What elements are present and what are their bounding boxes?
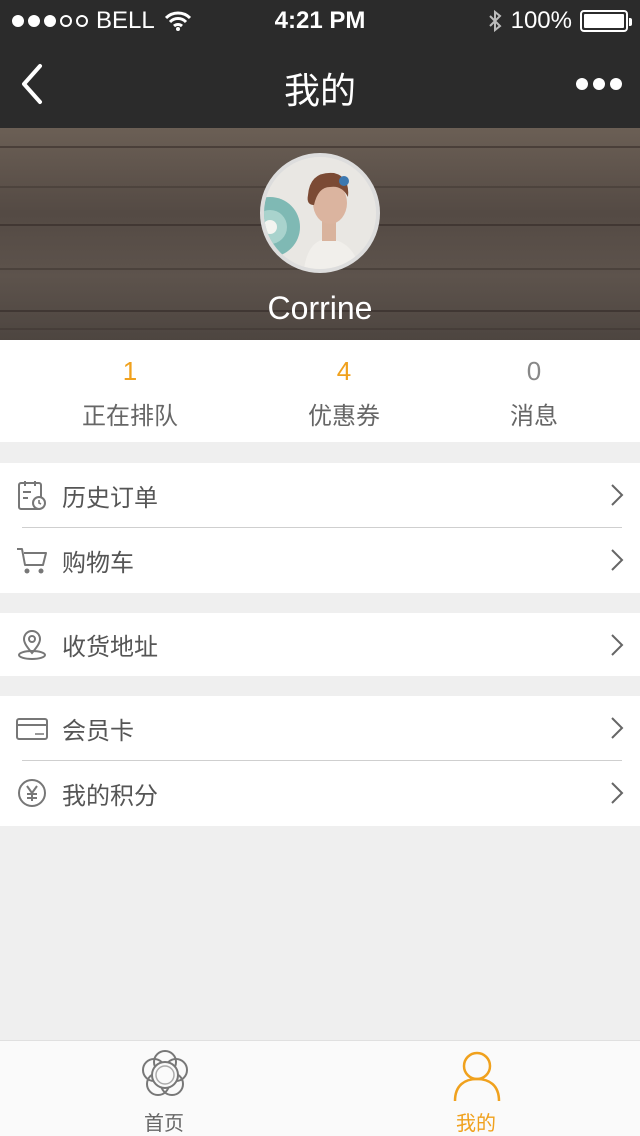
- avatar[interactable]: [260, 153, 380, 273]
- battery-percent: 100%: [510, 7, 572, 34]
- menu-label-address: 收货地址: [62, 633, 158, 661]
- location-pin-icon: [18, 630, 46, 660]
- menu-label-points: 我的积分: [62, 782, 158, 810]
- stats-row: 1 正在排队 4 优惠券 0 消息: [0, 340, 640, 442]
- menu-label-order-history: 历史订单: [62, 484, 158, 512]
- stat-messages[interactable]: 0 消息: [434, 354, 634, 431]
- tab-bar: 首页 我的: [0, 1040, 640, 1136]
- bluetooth-icon: [488, 9, 502, 33]
- person-icon: [453, 1051, 501, 1102]
- page-title: 我的: [283, 71, 356, 112]
- navigation-bar: 我的: [0, 40, 640, 128]
- chevron-right-icon: [611, 717, 624, 739]
- chevron-right-icon: [611, 782, 624, 804]
- menu-item-order-history[interactable]: 历史订单: [0, 463, 640, 528]
- more-options-icon[interactable]: [576, 74, 622, 94]
- tab-home-label: 首页: [144, 1111, 184, 1135]
- vip-card-icon: [16, 718, 48, 740]
- flower-home-icon: [142, 1050, 188, 1096]
- chevron-right-icon: [611, 634, 624, 656]
- tab-mine-label: 我的: [456, 1111, 496, 1135]
- stat-coupons-label: 优惠券: [308, 402, 380, 430]
- profile-name: Corrine: [267, 290, 373, 326]
- menu-item-address[interactable]: 收货地址: [0, 613, 640, 676]
- chevron-right-icon: [611, 549, 624, 571]
- menu-group-orders: 历史订单 购物车: [0, 463, 640, 593]
- menu-group-address: 收货地址: [0, 613, 640, 676]
- order-history-icon: [18, 481, 46, 510]
- tab-mine[interactable]: 我的: [316, 1041, 636, 1136]
- stat-queue-label: 正在排队: [82, 402, 178, 430]
- chevron-right-icon: [611, 484, 624, 506]
- status-bar: BELL 4:21 PM 100%: [0, 0, 640, 40]
- battery-icon: [580, 10, 632, 32]
- yen-coin-icon: [18, 779, 46, 807]
- tab-home[interactable]: 首页: [4, 1041, 324, 1136]
- cart-icon: [17, 548, 47, 574]
- stat-queue[interactable]: 1 正在排队: [30, 354, 230, 431]
- stat-messages-label: 消息: [510, 402, 558, 430]
- menu-label-vip-card: 会员卡: [62, 717, 134, 745]
- menu-group-membership: 会员卡 我的积分: [0, 696, 640, 826]
- stat-messages-count: 0: [526, 356, 542, 386]
- profile-header: Corrine: [0, 128, 640, 340]
- menu-item-cart[interactable]: 购物车: [0, 528, 640, 593]
- menu-label-cart: 购物车: [62, 549, 134, 577]
- menu-item-points[interactable]: 我的积分: [0, 761, 640, 826]
- stat-coupons-count: 4: [336, 356, 352, 386]
- stat-queue-count: 1: [122, 356, 138, 386]
- stat-coupons[interactable]: 4 优惠券: [244, 354, 444, 431]
- menu-item-vip-card[interactable]: 会员卡: [0, 696, 640, 761]
